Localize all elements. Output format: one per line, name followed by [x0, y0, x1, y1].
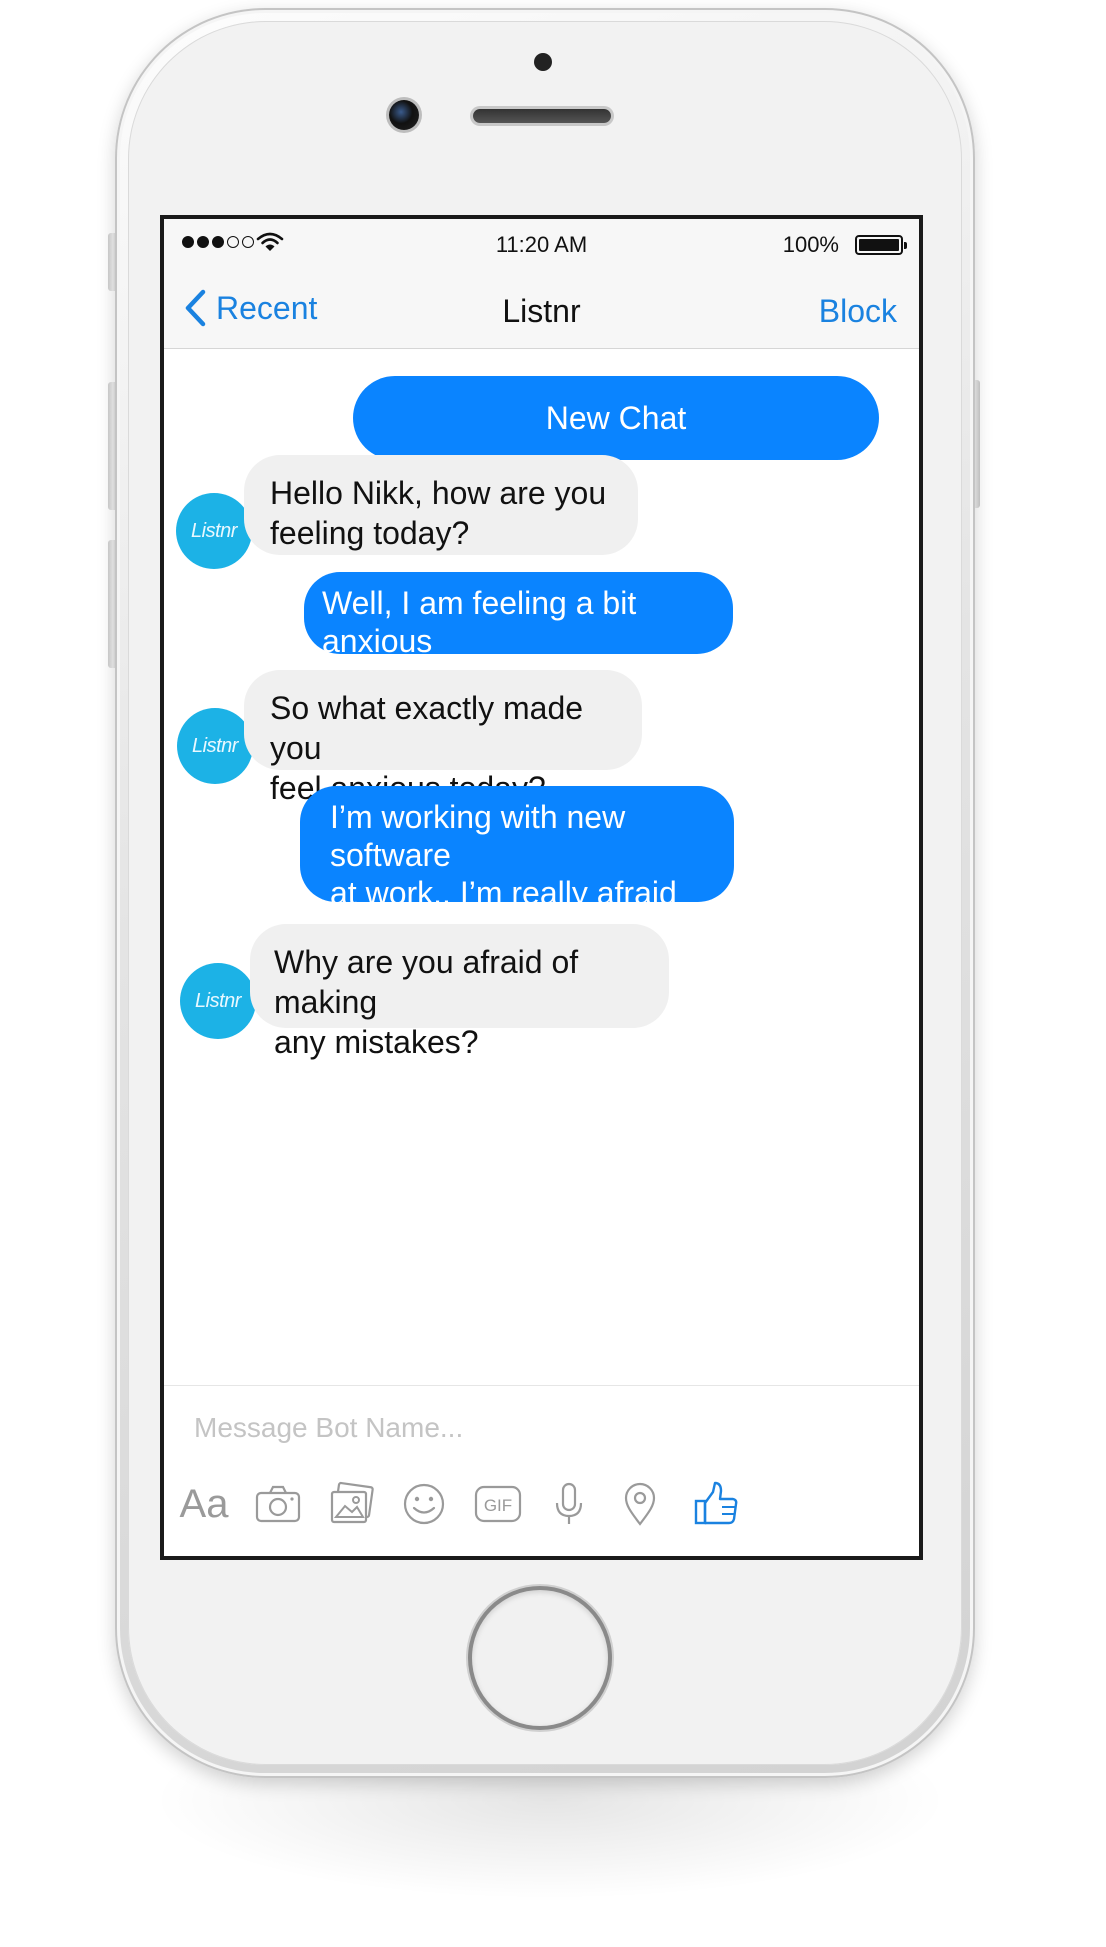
- message-bubble-bot: Why are you afraid of making any mistake…: [250, 924, 669, 1060]
- home-button[interactable]: [472, 1590, 608, 1726]
- location-button[interactable]: [610, 1474, 670, 1534]
- microphone-icon: [555, 1482, 583, 1524]
- photo-gallery-button[interactable]: [322, 1474, 382, 1534]
- voice-message-button[interactable]: [539, 1474, 599, 1534]
- new-chat-button[interactable]: New Chat: [353, 376, 879, 460]
- block-button[interactable]: Block: [819, 293, 897, 330]
- navigation-bar: Recent Listnr Block: [164, 269, 919, 349]
- message-bubble-bot: So what exactly made you feel anxious to…: [244, 670, 642, 806]
- location-pin-icon: [624, 1482, 656, 1526]
- text-format-icon: Aa: [179, 1481, 229, 1526]
- status-bar: 11:20 AM 100%: [164, 219, 919, 269]
- camera-icon: [255, 1485, 301, 1523]
- message-composer: Aa: [164, 1385, 919, 1556]
- message-bubble-user: I’m working with new software at work.. …: [300, 786, 734, 949]
- camera-button[interactable]: [248, 1474, 308, 1534]
- message-text: Why are you afraid of making any mistake…: [274, 944, 579, 1060]
- message-input[interactable]: [194, 1404, 884, 1452]
- back-button[interactable]: Recent: [184, 289, 317, 327]
- phone-screen: 11:20 AM 100% Recent Listnr Block New Ch…: [160, 215, 923, 1560]
- smiley-icon: [403, 1483, 445, 1525]
- emoji-button[interactable]: [394, 1474, 454, 1534]
- thumbs-up-icon: [694, 1481, 738, 1525]
- bot-avatar: Listnr: [180, 963, 256, 1039]
- gif-button[interactable]: GIF: [468, 1474, 528, 1534]
- earpiece-speaker: [473, 109, 611, 123]
- text-format-button[interactable]: Aa: [174, 1474, 234, 1534]
- back-button-label: Recent: [216, 289, 318, 326]
- message-text: Hello Nikk, how are you feeling today?: [270, 475, 607, 551]
- avatar-label: Listnr: [195, 990, 241, 1012]
- message-bubble-user: Well, I am feeling a bit anxious for som…: [304, 572, 733, 697]
- chevron-left-icon: [185, 289, 206, 327]
- photo-gallery-icon: [330, 1481, 374, 1524]
- message-bubble-bot: Hello Nikk, how are you feeling today?: [244, 455, 638, 555]
- front-camera: [389, 100, 419, 130]
- battery-icon: [855, 235, 907, 255]
- composer-toolbar: Aa GIF: [164, 1474, 919, 1544]
- proximity-sensor: [534, 53, 552, 71]
- bot-avatar: Listnr: [177, 708, 253, 784]
- like-button[interactable]: [686, 1474, 746, 1534]
- battery-percent: 100%: [782, 232, 839, 257]
- bot-avatar: Listnr: [176, 493, 252, 569]
- chat-thread: New Chat Listnr Hello Nikk, how are you …: [164, 350, 919, 1385]
- gif-icon: GIF: [474, 1485, 522, 1523]
- avatar-label: Listnr: [192, 735, 238, 757]
- gif-label: GIF: [484, 1496, 512, 1515]
- avatar-label: Listnr: [191, 520, 237, 542]
